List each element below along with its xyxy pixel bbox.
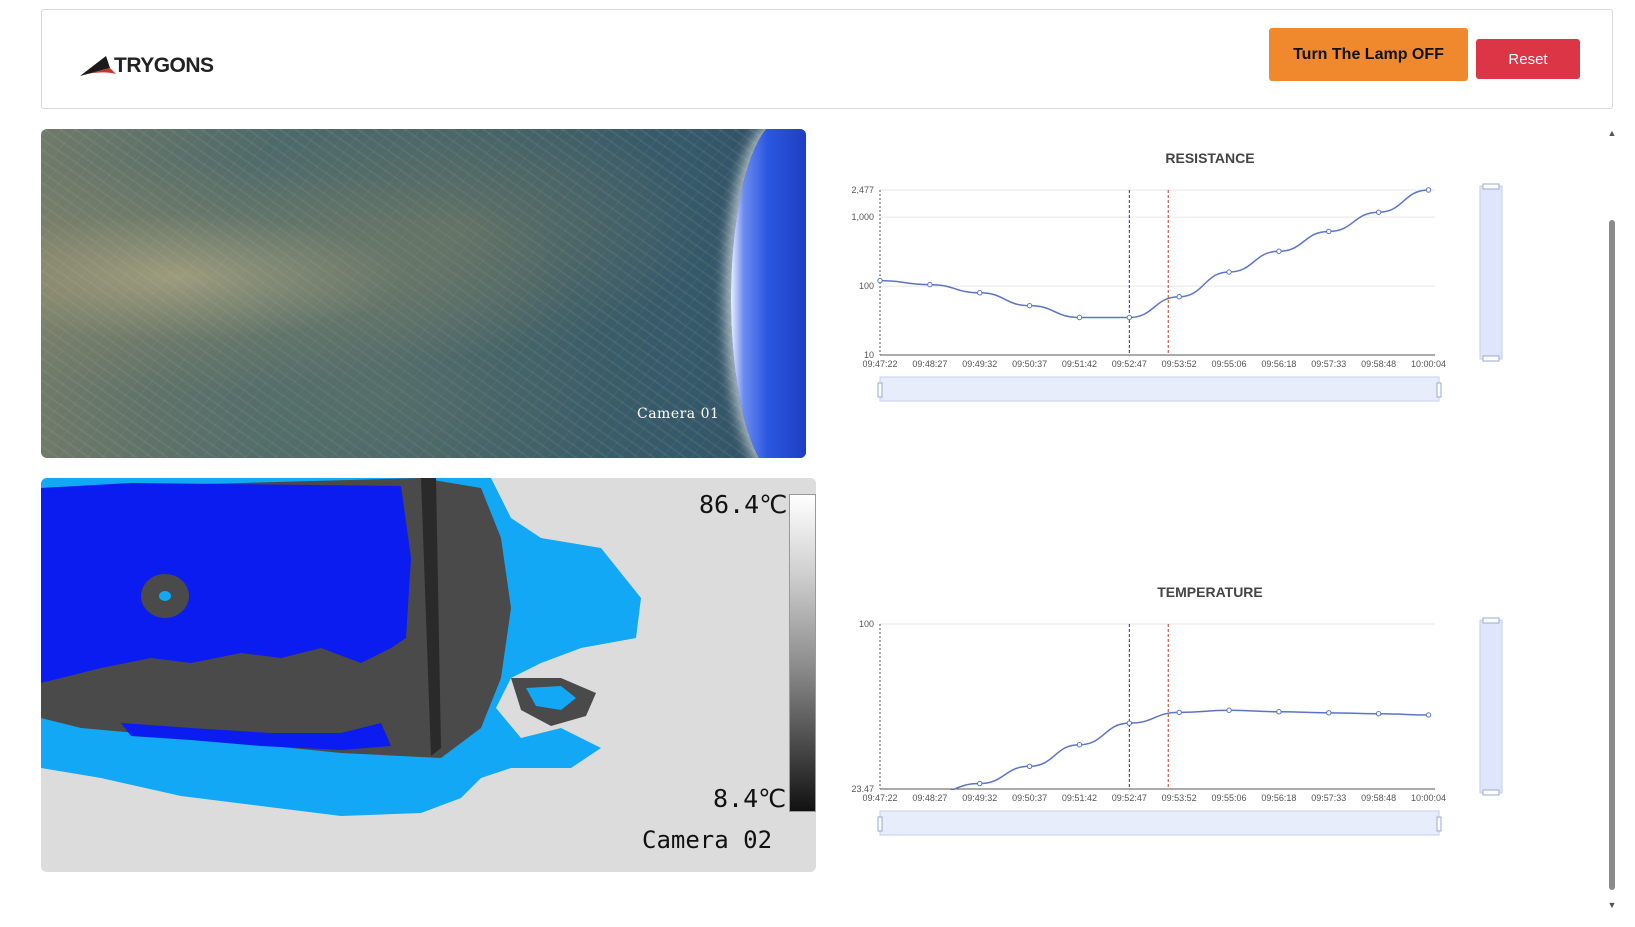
camera-02-label: Camera 02 [642, 826, 773, 854]
temperature-xtick-label: 09:52:47 [1112, 793, 1147, 803]
resistance-xtick-label: 09:55:06 [1212, 359, 1247, 369]
temperature-xtick-label: 09:49:32 [962, 793, 997, 803]
temperature-data-point [977, 780, 983, 787]
resistance-y-zoom-handle-top [1482, 183, 1500, 190]
resistance-zoom-slider [879, 376, 1440, 402]
camera-02-thermal-feed: 86.4℃ 8.4℃ Camera 02 [41, 478, 816, 872]
temperature-y-zoom-handle-bottom [1482, 789, 1500, 796]
resistance-data-point [927, 281, 933, 288]
temperature-ytick-label: 100 [859, 619, 874, 629]
max-temperature-label: 86.4℃ [699, 490, 788, 519]
temperature-series-line [950, 709, 1429, 790]
thermal-image [41, 478, 816, 872]
resistance-ytick-label: 100 [859, 281, 874, 291]
temperature-xtick-label: 09:57:33 [1311, 793, 1346, 803]
resistance-data-point [1126, 314, 1133, 321]
temperature-data-point [1326, 710, 1332, 716]
camera-01-feed: Camera 01 [41, 129, 806, 458]
temperature-zoom-handle-right [1436, 816, 1442, 832]
logo-text: TRYGONS [114, 54, 214, 77]
temperature-xtick-label: 09:55:06 [1212, 793, 1247, 803]
resistance-data-point [1026, 302, 1033, 309]
temperature-data-point [1026, 763, 1033, 769]
resistance-ytick-label: 1,000 [851, 212, 874, 222]
resistance-chart: RESISTANCE 2,477 1,000 100 10 09:47:22 09:48:… [851, 140, 1540, 440]
resistance-zoom-handle-right [1436, 382, 1442, 398]
scroll-up-arrow-icon[interactable]: ▲ [1607, 128, 1617, 138]
temperature-data-point [1226, 707, 1232, 713]
temperature-data-point [1126, 720, 1133, 726]
resistance-xtick-label: 09:52:47 [1112, 359, 1147, 369]
resistance-data-point [977, 290, 983, 296]
scroll-down-arrow-icon[interactable]: ▼ [1607, 900, 1617, 910]
resistance-ytick-label: 2,477 [851, 185, 874, 195]
temperature-xtick-label: 10:00:04 [1411, 793, 1446, 803]
resistance-xtick-label: 09:57:33 [1311, 359, 1346, 369]
temperature-chart-svg: 10023.4709:47:22 09:48:27 09:49:32 09:50:37… [851, 617, 1503, 836]
temperature-xtick-label: 09:47:22 [862, 793, 897, 803]
camera-01-blue-rim [731, 129, 806, 458]
scroll-thumb[interactable] [1609, 220, 1615, 890]
resistance-xtick-label: 10:00:04 [1411, 359, 1446, 369]
resistance-data-point [877, 277, 883, 284]
top-header: TRYGONS Turn The Lamp OFF Reset [41, 9, 1613, 109]
resistance-y-zoom-handle-bottom [1482, 355, 1500, 362]
temperature-y-zoom-handle-top [1482, 617, 1500, 624]
resistance-xtick-label: 09:50:37 [1012, 359, 1047, 369]
temperature-data-point [1276, 709, 1282, 715]
resistance-xtick-label: 09:49:32 [962, 359, 997, 369]
temperature-xtick-label: 09:51:42 [1062, 793, 1097, 803]
temperature-data-point [1425, 712, 1432, 718]
resistance-data-point [1326, 228, 1332, 235]
reset-button[interactable]: Reset [1476, 39, 1580, 79]
min-temperature-label: 8.4℃ [713, 784, 787, 813]
temperature-chart: TEMPERATURE 100 23.47 09:47:22 09:48:27 09:4… [851, 574, 1540, 874]
temperature-xtick-label: 09:50:37 [1012, 793, 1047, 803]
resistance-xtick-label: 09:47:22 [862, 359, 897, 369]
resistance-data-point [1276, 248, 1282, 254]
resistance-series-line [879, 189, 1429, 319]
temperature-zoom-handle-left [877, 816, 883, 832]
temperature-xtick-label: 09:56:18 [1261, 793, 1296, 803]
resistance-xtick-label: 09:48:27 [912, 359, 947, 369]
resistance-data-point [1425, 187, 1432, 193]
resistance-chart-svg: 2,4771,0001001009:47:22 09:48:27 09:49:32 0… [851, 183, 1503, 402]
temperature-y-zoom-slider [1479, 619, 1503, 794]
thermal-colorbar [789, 494, 816, 812]
resistance-data-point [1226, 269, 1232, 275]
resistance-xtick-label: 09:58:48 [1361, 359, 1396, 369]
resistance-xtick-label: 09:51:42 [1062, 359, 1097, 369]
resistance-zoom-handle-left [877, 382, 883, 398]
resistance-data-point [1176, 294, 1182, 300]
temperature-xtick-label: 09:58:48 [1361, 793, 1396, 803]
resistance-xtick-label: 09:56:18 [1261, 359, 1296, 369]
resistance-data-point [1375, 209, 1382, 215]
temperature-xtick-label: 09:48:27 [912, 793, 947, 803]
resistance-data-point [1076, 314, 1083, 321]
temperature-data-point [1176, 709, 1182, 716]
trygons-logo: TRYGONS [80, 46, 214, 86]
page-scrollbar[interactable]: ▲ ▼ [1606, 128, 1618, 910]
resistance-y-zoom-slider [1479, 185, 1503, 360]
temperature-zoom-slider [879, 810, 1440, 836]
temperature-xtick-label: 09:53:52 [1162, 793, 1197, 803]
temperature-data-point [1375, 710, 1382, 717]
temperature-data-point [1076, 742, 1083, 748]
turn-lamp-off-button[interactable]: Turn The Lamp OFF [1269, 28, 1468, 81]
resistance-xtick-label: 09:53:52 [1162, 359, 1197, 369]
camera-01-label: Camera 01 [637, 406, 720, 422]
